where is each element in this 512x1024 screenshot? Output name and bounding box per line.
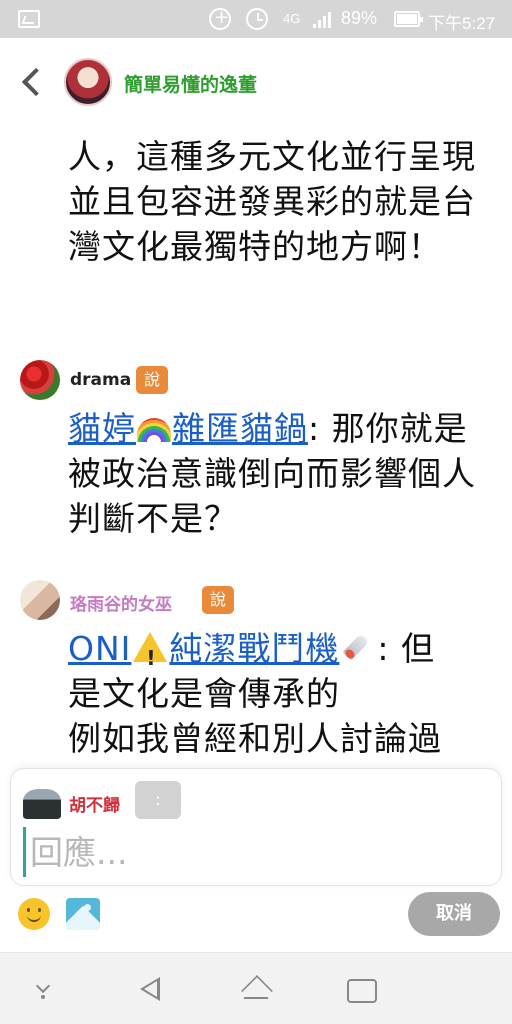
sender-row: 珞雨谷的女巫 說 bbox=[20, 580, 320, 622]
message-text: 人，這種多元文化並行呈現並且包容迸發異彩的就是台灣文化最獨特的地方啊！ bbox=[68, 137, 476, 266]
reply-input[interactable] bbox=[23, 827, 493, 877]
message-text: 貓婷 雜匯貓鍋: 那你就是被政治意識倒向而影響個人判斷不是？ bbox=[68, 406, 498, 541]
say-badge: 說 bbox=[136, 366, 168, 394]
say-badge: 說 bbox=[202, 586, 234, 614]
warning-emoji-icon bbox=[133, 632, 168, 681]
rocket-emoji-icon bbox=[341, 630, 375, 664]
gallery-notification-icon bbox=[18, 10, 40, 28]
sender-avatar[interactable] bbox=[20, 580, 60, 620]
alarm-icon bbox=[246, 8, 268, 30]
status-bar: 4G 89% 下午5:27 bbox=[0, 0, 512, 38]
clock: 下午5:27 bbox=[428, 14, 496, 33]
back-arrow-icon[interactable] bbox=[18, 68, 48, 98]
battery-icon bbox=[394, 11, 423, 27]
cancel-button[interactable]: 取消 bbox=[408, 892, 500, 936]
signal-icon bbox=[313, 12, 335, 28]
rainbow-emoji-icon bbox=[137, 418, 171, 442]
mention-link[interactable]: ONI純潔戰鬥機 bbox=[68, 629, 377, 681]
reply-colon-tag: : bbox=[135, 781, 181, 819]
smiley-icon[interactable] bbox=[18, 898, 50, 930]
battery-percent: 89% bbox=[341, 8, 378, 28]
message-text: ONI純潔戰鬥機: 但 是文化是會傳承的 例如我曾經和別人討論過 bbox=[68, 626, 498, 758]
network-type: 4G bbox=[283, 11, 301, 26]
chat-header: 簡單易懂的逸董 bbox=[0, 38, 512, 128]
hide-keyboard-icon[interactable] bbox=[26, 971, 62, 1007]
add-circle-icon bbox=[209, 7, 231, 30]
system-nav-bar bbox=[0, 952, 512, 1024]
sender-avatar[interactable] bbox=[20, 360, 60, 400]
reply-user-name: 胡不歸 bbox=[69, 796, 120, 816]
reply-panel: 胡不歸 : bbox=[10, 768, 502, 886]
image-icon[interactable] bbox=[66, 898, 100, 930]
sender-name[interactable]: drama bbox=[70, 370, 131, 390]
sender-row: drama 說 bbox=[20, 360, 320, 402]
message-clip: ONI純潔戰鬥機: 但 是文化是會傳承的 例如我曾經和別人討論過 bbox=[0, 620, 512, 758]
nav-home-icon[interactable] bbox=[238, 971, 274, 1007]
sender-name[interactable]: 珞雨谷的女巫 bbox=[70, 590, 172, 615]
reply-user-avatar bbox=[23, 789, 61, 819]
nav-recent-apps-icon[interactable] bbox=[342, 971, 378, 1007]
author-name[interactable]: 簡單易懂的逸董 bbox=[124, 70, 257, 97]
mention-link[interactable]: 貓婷 雜匯貓鍋 bbox=[68, 409, 308, 448]
nav-back-icon[interactable] bbox=[134, 971, 170, 1007]
author-avatar[interactable] bbox=[64, 58, 112, 106]
